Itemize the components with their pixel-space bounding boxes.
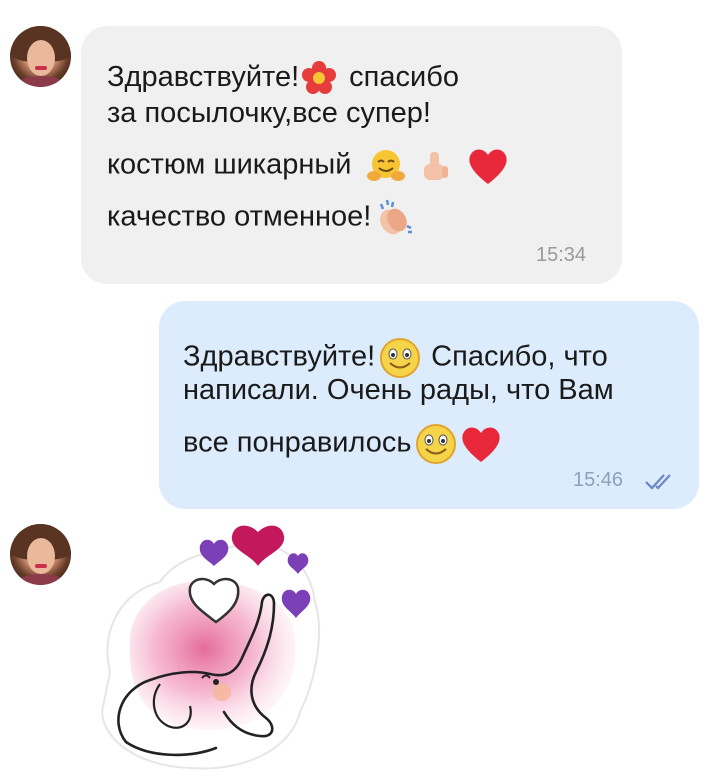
message-text: Спасибо, что bbox=[431, 340, 608, 373]
message-text: написали. Очень рады, что Вам bbox=[183, 374, 614, 406]
message-line: написали. Очень рады, что Вам bbox=[183, 373, 614, 407]
message-text: костюм шикарный bbox=[107, 148, 352, 181]
thumbs-up-icon bbox=[418, 148, 454, 184]
message-line: Здравствуйте! спасибо bbox=[107, 60, 459, 95]
contact-avatar[interactable] bbox=[10, 524, 71, 585]
red-heart-icon bbox=[466, 146, 510, 186]
outgoing-message-bubble[interactable]: Здравствуйте! Спасибо, что написали. Оче… bbox=[159, 301, 699, 509]
smiling-face-icon bbox=[413, 423, 459, 465]
message-text: все понравилось bbox=[183, 426, 412, 459]
message-text: Здравствуйте! bbox=[183, 340, 376, 373]
hugging-face-icon bbox=[366, 148, 406, 184]
message-text: Здравствуйте! bbox=[107, 61, 300, 93]
message-line: костюм шикарный bbox=[107, 146, 510, 186]
message-text: за посылочку,все супер! bbox=[107, 97, 431, 129]
message-timestamp: 15:34 bbox=[536, 244, 587, 266]
message-line: все понравилось bbox=[183, 423, 503, 465]
contact-avatar[interactable] bbox=[10, 26, 71, 87]
clapping-hands-icon bbox=[373, 198, 415, 238]
incoming-message-bubble[interactable]: Здравствуйте! спасибо за посылочку,все с… bbox=[81, 26, 622, 284]
message-line: качество отменное! bbox=[107, 198, 415, 238]
message-timestamp: 15:46 bbox=[573, 469, 624, 491]
chat-thread: Здравствуйте! спасибо за посылочку,все с… bbox=[0, 0, 715, 783]
flower-icon bbox=[301, 61, 337, 95]
message-text: спасибо bbox=[349, 61, 459, 93]
red-heart-icon bbox=[459, 424, 503, 464]
message-text: качество отменное! bbox=[107, 200, 372, 233]
double-check-icon bbox=[645, 473, 677, 496]
message-line: за посылочку,все супер! bbox=[107, 96, 431, 130]
elephant-hearts-sticker[interactable] bbox=[90, 522, 330, 774]
